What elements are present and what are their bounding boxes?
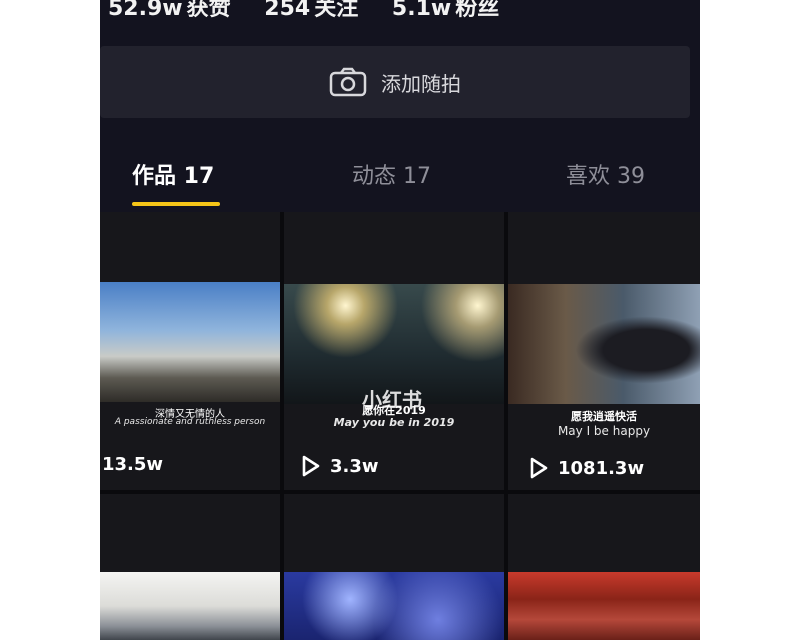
video-grid: 深情又无情的人 A passionate and ruthless person… (100, 212, 700, 640)
video-caption-cn: 愿我逍遥快活 (571, 410, 637, 423)
video-tile[interactable] (508, 494, 700, 640)
likes-stat[interactable]: 52.9w 获赞 (108, 0, 231, 22)
followers-label: 粉丝 (455, 0, 500, 21)
video-tile[interactable]: 愿我逍遥快活 May I be happy 1081.3w (508, 212, 700, 490)
video-tile[interactable]: 小红书 愿你在2019 May you be in 2019 3.3w (284, 212, 504, 490)
video-thumbnail (508, 284, 700, 404)
video-play-count: 1081.3w (526, 456, 644, 480)
profile-stats: 52.9w 获赞 254 关注 5.1w 粉丝 (108, 0, 525, 24)
profile-tabs: 作品 17 动态 17 喜欢 39 (100, 150, 700, 212)
video-tile[interactable] (100, 494, 280, 640)
video-caption-en: A passionate and ruthless person (114, 417, 266, 427)
video-thumbnail (284, 572, 504, 640)
tab-works[interactable]: 作品 17 (132, 158, 214, 190)
video-caption-en: May you be in 2019 (333, 416, 455, 429)
following-count: 254 (264, 0, 311, 21)
video-thumbnail (508, 572, 700, 640)
add-post-label: 添加随拍 (381, 71, 461, 96)
tab-likes[interactable]: 喜欢 39 (566, 158, 645, 190)
video-tile[interactable]: 深情又无情的人 A passionate and ruthless person… (100, 212, 280, 490)
video-thumbnail (100, 282, 280, 402)
likes-count: 52.9w (108, 0, 183, 21)
video-play-count: 3.3w (298, 454, 379, 478)
active-tab-indicator (132, 202, 220, 206)
video-play-count: 13.5w (102, 454, 163, 475)
camera-icon (329, 67, 367, 97)
profile-screen: 52.9w 获赞 254 关注 5.1w 粉丝 添加随拍 作品 17 动态 17 喜欢… (100, 0, 700, 640)
play-count-value: 3.3w (330, 455, 379, 477)
play-icon (530, 457, 548, 479)
following-stat[interactable]: 254 关注 (264, 0, 358, 22)
play-count-value: 13.5w (102, 454, 164, 475)
tab-moments[interactable]: 动态 17 (352, 158, 431, 190)
add-post-button[interactable]: 添加随拍 (100, 46, 690, 118)
followers-count: 5.1w (391, 0, 452, 21)
play-count-value: 1081.3w (558, 457, 645, 479)
followers-stat[interactable]: 5.1w 粉丝 (392, 0, 499, 22)
video-caption-en: May I be happy (557, 424, 651, 438)
video-tile[interactable] (284, 494, 504, 640)
play-icon (302, 455, 320, 477)
following-label: 关注 (314, 0, 359, 21)
likes-label: 获赞 (186, 0, 231, 21)
video-thumbnail (100, 572, 280, 640)
